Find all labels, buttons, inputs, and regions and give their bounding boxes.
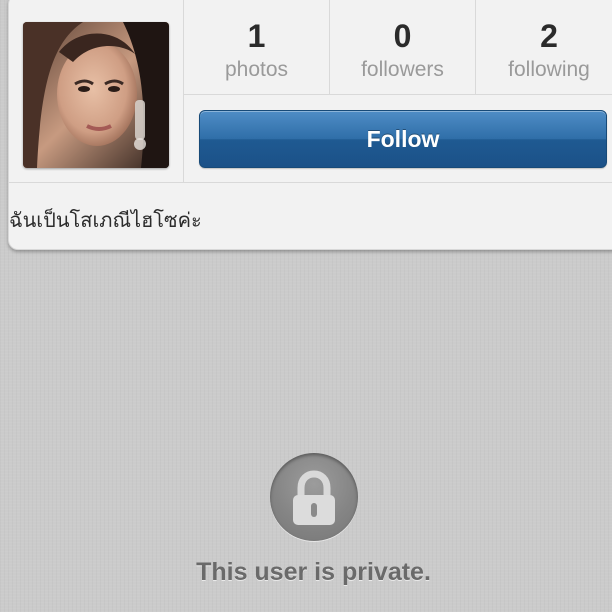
profile-bio: ฉันเป็นโสเภณีไฮโซค่ะ (9, 208, 202, 232)
avatar-photo (23, 22, 169, 168)
lock-icon (270, 453, 358, 541)
photos-label: photos (224, 58, 289, 81)
stat-following[interactable]: 2 following (476, 0, 612, 94)
header-divider (9, 182, 612, 183)
followers-label: followers (361, 58, 444, 81)
stat-photos[interactable]: 1 photos (184, 0, 330, 94)
stats-row: 1 photos 0 followers 2 following (184, 0, 612, 95)
followers-count: 0 (393, 18, 412, 54)
following-count: 2 (540, 18, 558, 54)
avatar[interactable] (23, 22, 169, 168)
avatar-cell (9, 0, 184, 182)
photos-count: 1 (247, 18, 266, 54)
follow-button[interactable]: Follow (199, 110, 607, 168)
stat-followers[interactable]: 0 followers (330, 0, 476, 94)
private-account-message: This user is private. (196, 558, 431, 586)
profile-header-card: 1 photos 0 followers 2 following Follow … (8, 0, 612, 250)
following-label: following (508, 58, 590, 81)
